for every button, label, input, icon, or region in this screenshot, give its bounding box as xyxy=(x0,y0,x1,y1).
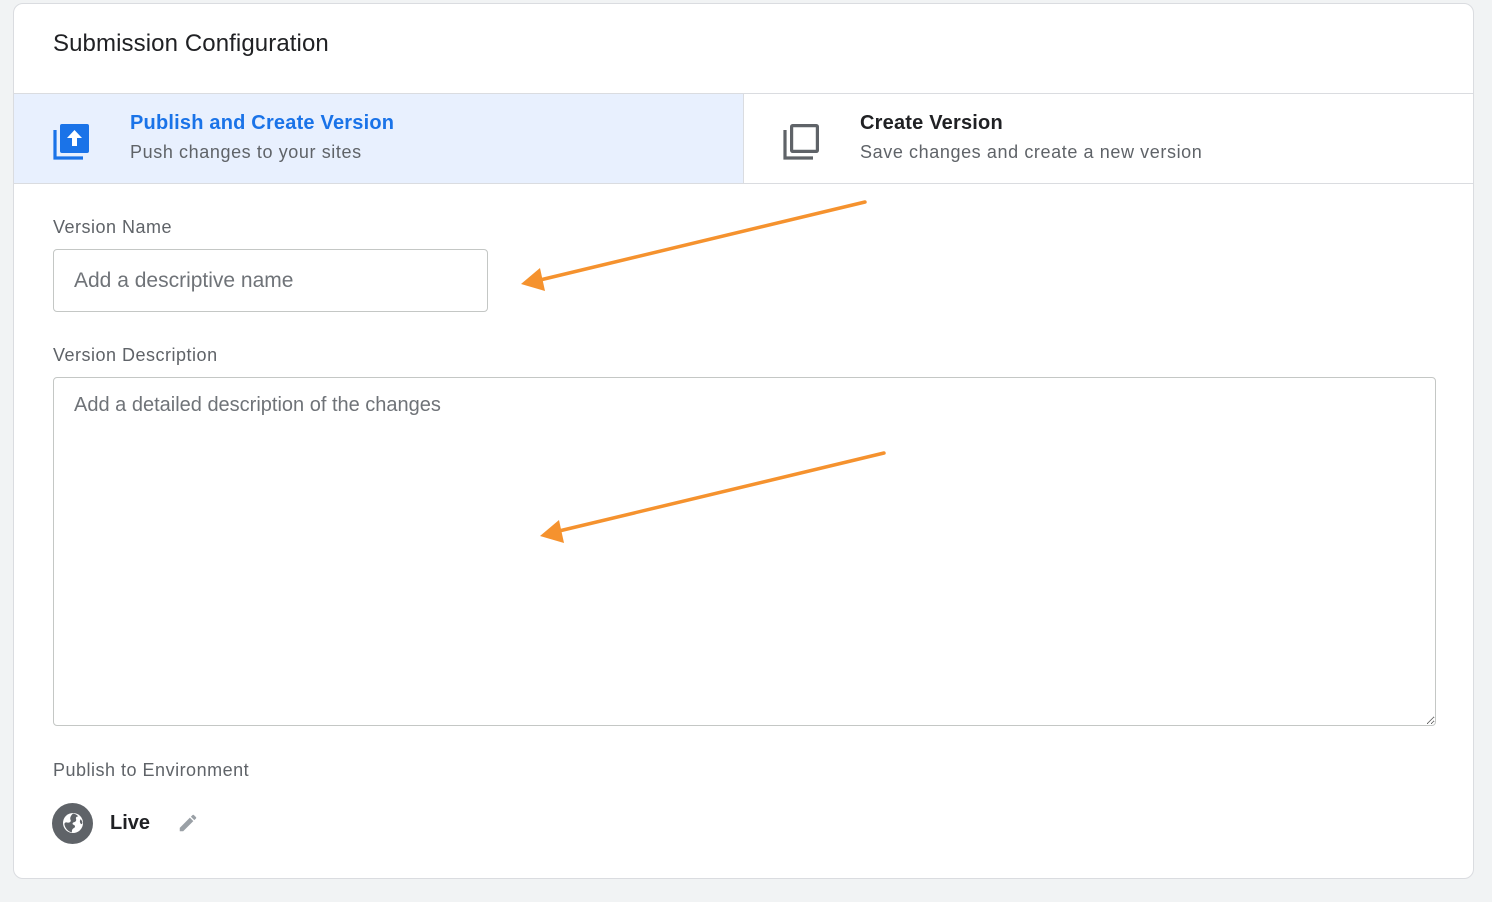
pencil-icon[interactable] xyxy=(176,811,200,835)
card-title: Submission Configuration xyxy=(53,30,329,57)
option-create-title: Create Version xyxy=(860,112,1003,134)
option-publish-and-create-version[interactable]: Publish and Create Version Push changes … xyxy=(14,94,744,183)
publish-environment-label: Publish to Environment xyxy=(53,760,250,780)
publish-upload-icon xyxy=(52,121,92,161)
environment-name: Live xyxy=(110,811,151,834)
copy-version-icon xyxy=(782,121,822,161)
submission-configuration-card: Submission Configuration Publish and Cre… xyxy=(13,3,1474,879)
option-publish-subtitle: Push changes to your sites xyxy=(130,142,362,162)
option-create-version[interactable]: Create Version Save changes and create a… xyxy=(744,94,1473,183)
version-description-label: Version Description xyxy=(53,345,218,365)
version-description-textarea[interactable] xyxy=(53,377,1436,726)
option-create-subtitle: Save changes and create a new version xyxy=(860,142,1203,162)
submission-type-options: Publish and Create Version Push changes … xyxy=(14,93,1473,184)
environment-row: Live xyxy=(52,802,200,844)
option-publish-title: Publish and Create Version xyxy=(130,112,395,134)
version-name-label: Version Name xyxy=(53,217,173,237)
globe-icon xyxy=(52,802,93,844)
version-name-input[interactable] xyxy=(53,249,488,312)
